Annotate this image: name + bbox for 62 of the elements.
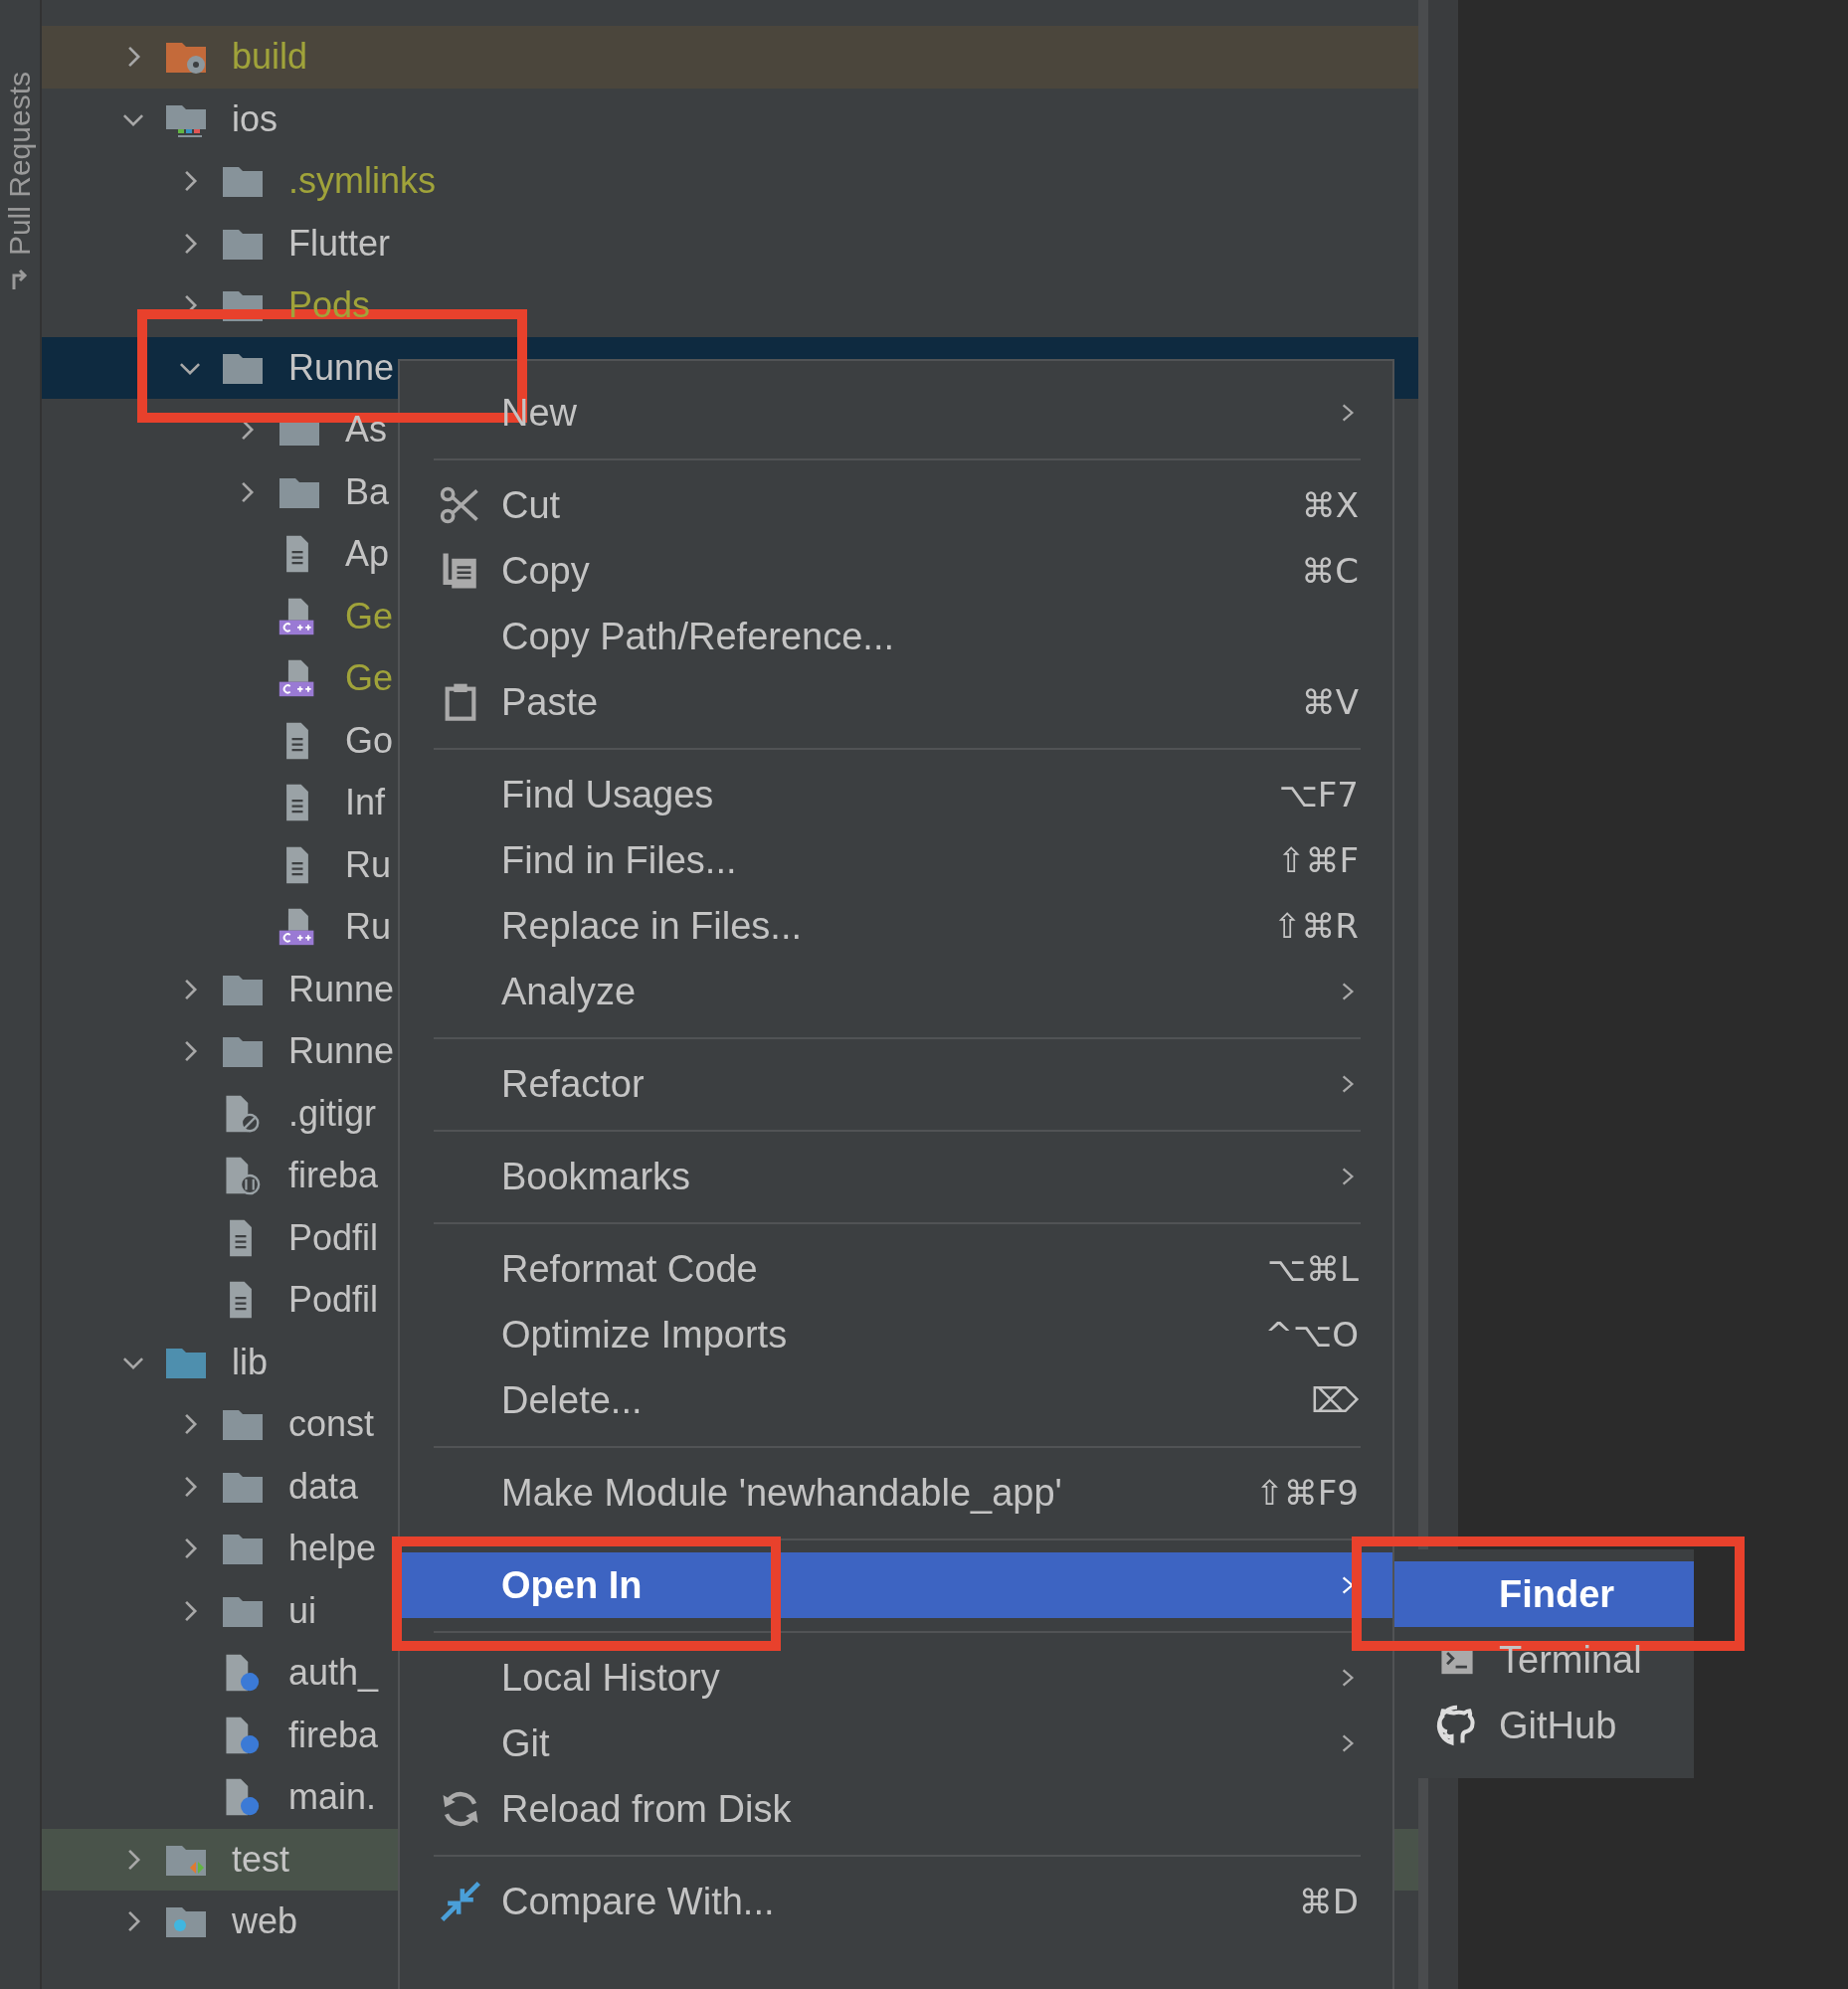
tree-item-label: fireba <box>288 1155 379 1197</box>
menu-item-label: Open In <box>501 1563 644 1607</box>
tree-item-label: Runne <box>288 346 395 389</box>
menu-item-label: Local History <box>501 1656 721 1700</box>
tree-item-label: Flutter <box>288 222 391 265</box>
shortcut-label: ⇧⌘R <box>1272 906 1359 946</box>
shortcut-label: ⌘V <box>1301 682 1359 722</box>
menu-item-label: Make Module 'newhandable_app' <box>501 1471 1063 1515</box>
menu-item-label: Bookmarks <box>501 1155 692 1198</box>
tree-item-label: ui <box>288 1589 317 1632</box>
shortcut-label: ^⌥O <box>1264 1315 1359 1355</box>
tree-item-label: Podfil <box>288 1279 379 1322</box>
shortcut-label: ⌘C <box>1301 551 1359 591</box>
shortcut-label: ⌦ <box>1310 1380 1359 1420</box>
shortcut-label: ⌥F7 <box>1278 775 1359 814</box>
tree-item-label: helpe <box>288 1528 377 1570</box>
menu-item-label: Paste <box>501 680 600 724</box>
shortcut-label: ⌥⌘L <box>1266 1249 1359 1289</box>
tree-item-label: build <box>232 36 308 79</box>
menu-item-label: Delete... <box>501 1378 644 1422</box>
menu-item-label: Finder <box>1499 1572 1615 1616</box>
tree-item-label: Podfil <box>288 1216 379 1259</box>
tree-item-label: Ba <box>345 470 390 513</box>
menu-item-label: Terminal <box>1499 1638 1642 1682</box>
shortcut-label: ⌘X <box>1301 485 1359 525</box>
menu-item-label: Reload from Disk <box>501 1787 793 1831</box>
tree-item-label: web <box>232 1900 298 1943</box>
tree-item-label: Ru <box>345 906 392 949</box>
menu-item-label: Replace in Files... <box>501 904 803 948</box>
tree-item-label: data <box>288 1465 359 1508</box>
tree-item-label: .gitigr <box>288 1092 377 1135</box>
menu-item-label: Optimize Imports <box>501 1313 789 1356</box>
tree-item-label: test <box>232 1838 290 1881</box>
tree-item-label: lib <box>232 1341 269 1383</box>
tree-item-label: Ru <box>345 843 392 886</box>
shortcut-label: ⌘D <box>1298 1882 1359 1921</box>
shortcut-label: ⇧⌘F <box>1276 840 1359 880</box>
tree-item-label: Ge <box>345 657 394 700</box>
tree-item-label: fireba <box>288 1714 379 1756</box>
tree-item-label: Ap <box>345 533 390 576</box>
menu-item-label: Refactor <box>501 1062 646 1106</box>
tree-item-label: const <box>288 1403 375 1446</box>
tree-item-label: Runne <box>288 1030 395 1073</box>
menu-item-label: Compare With... <box>501 1880 776 1923</box>
menu-item-label: GitHub <box>1499 1704 1617 1747</box>
menu-item-label: Reformat Code <box>501 1247 759 1291</box>
tree-item-label: Ge <box>345 595 394 637</box>
menu-item-label: Copy <box>501 549 591 593</box>
menu-item-label: Cut <box>501 483 562 527</box>
tree-item-label: Inf <box>345 782 386 824</box>
menu-item-label: Copy Path/Reference... <box>501 615 895 658</box>
menu-item-label: Find in Files... <box>501 838 738 882</box>
menu-item-label: Find Usages <box>501 773 715 816</box>
tree-item-label: .symlinks <box>288 160 436 203</box>
tree-item-label: Go <box>345 719 394 762</box>
tree-item-label: ios <box>232 97 278 140</box>
menu-item-label: Analyze <box>501 970 638 1013</box>
tree-item-label: main. <box>288 1776 377 1819</box>
menu-item-label: Git <box>501 1721 551 1765</box>
tree-item-label: auth_ <box>288 1652 379 1695</box>
tree-item-label: Runne <box>288 968 395 1010</box>
shortcut-label: ⇧⌘F9 <box>1255 1473 1359 1513</box>
